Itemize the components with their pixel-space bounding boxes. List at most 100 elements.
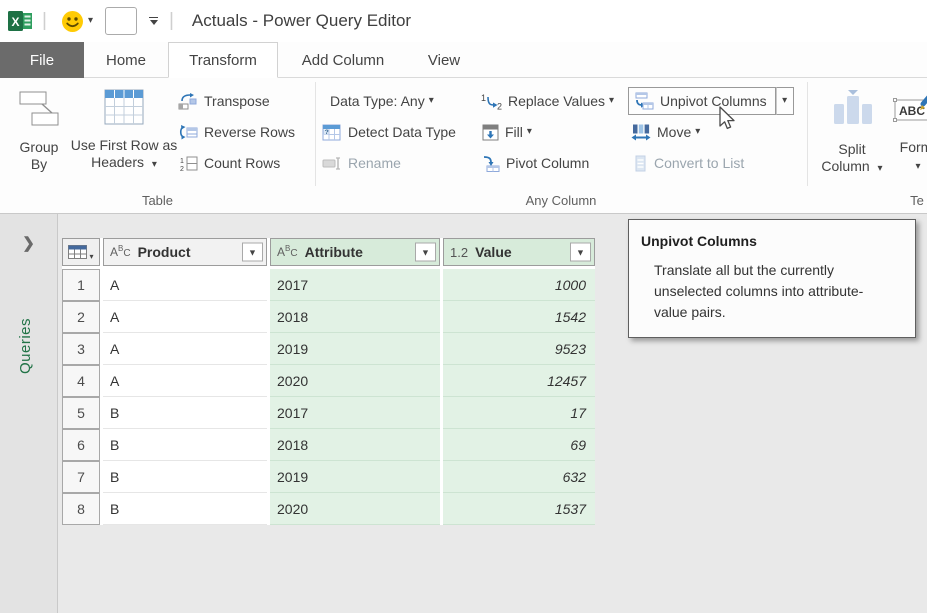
- filter-button[interactable]: ▼: [242, 243, 263, 262]
- svg-text:2: 2: [180, 166, 184, 172]
- cell[interactable]: 9523: [443, 333, 595, 365]
- group-label-text-column: Te: [807, 191, 927, 211]
- cell[interactable]: 1542: [443, 301, 595, 333]
- ribbon-tab-strip: File Home Transform Add Column View: [0, 42, 927, 78]
- send-a-smile-button[interactable]: ▾: [61, 10, 93, 33]
- tab-view[interactable]: View: [410, 42, 478, 78]
- cell[interactable]: B: [103, 493, 267, 525]
- move-button[interactable]: Move ▾: [631, 118, 700, 146]
- column-header-product[interactable]: ABCProduct▼: [103, 238, 267, 266]
- use-first-row-label: Use First Row as Headers ▾: [70, 137, 178, 171]
- dropdown-caret: ▾: [429, 96, 434, 106]
- count-rows-button[interactable]: 1 2 Count Rows: [178, 149, 280, 177]
- dropdown-caret: ▾: [152, 159, 157, 170]
- quick-access-toolbar-options-icon[interactable]: [147, 17, 161, 26]
- cell[interactable]: 2018: [270, 301, 440, 333]
- title-bar: X | ▾ | Actuals - Power Query Editor: [0, 0, 927, 42]
- cell[interactable]: A: [103, 301, 267, 333]
- replace-values-button[interactable]: 1 2 Replace Values ▾: [480, 87, 614, 115]
- quick-access-button[interactable]: [105, 7, 137, 35]
- table-row: 3A20199523: [62, 333, 595, 365]
- reverse-rows-button[interactable]: Reverse Rows: [178, 118, 295, 146]
- transpose-icon: [178, 93, 198, 110]
- tab-add-column[interactable]: Add Column: [288, 42, 398, 78]
- cell[interactable]: 2017: [270, 397, 440, 429]
- split-column-button[interactable]: Split Column ▾: [820, 84, 884, 175]
- format-label: Form▾: [900, 139, 927, 173]
- group-by-button[interactable]: Group By: [10, 84, 68, 173]
- row-number[interactable]: 8: [62, 493, 100, 525]
- reverse-rows-label: Reverse Rows: [204, 124, 295, 140]
- expand-pane-chevron-icon[interactable]: ❯: [22, 234, 35, 252]
- unpivot-columns-label: Unpivot Columns: [660, 93, 767, 109]
- cell[interactable]: 12457: [443, 365, 595, 397]
- count-rows-label: Count Rows: [204, 155, 280, 171]
- detect-data-type-button[interactable]: ? Detect Data Type: [322, 118, 456, 146]
- cell[interactable]: 2019: [270, 461, 440, 493]
- svg-text:2: 2: [497, 101, 502, 110]
- unpivot-columns-button[interactable]: Unpivot Columns: [628, 87, 776, 115]
- row-number[interactable]: 4: [62, 365, 100, 397]
- rename-label: Rename: [348, 155, 401, 171]
- unpivot-columns-dropdown-button[interactable]: ▾: [776, 87, 794, 115]
- transpose-button[interactable]: Transpose: [178, 87, 270, 115]
- tab-file[interactable]: File: [0, 42, 84, 78]
- row-number[interactable]: 6: [62, 429, 100, 461]
- group-label-table: Table: [0, 191, 315, 211]
- move-icon: [631, 124, 651, 141]
- cell[interactable]: A: [103, 269, 267, 301]
- column-header-attribute[interactable]: ABCAttribute▼: [270, 238, 440, 266]
- unpivot-columns-icon: [634, 92, 654, 110]
- row-number[interactable]: 7: [62, 461, 100, 493]
- pivot-column-icon: [480, 155, 500, 172]
- cell[interactable]: 2018: [270, 429, 440, 461]
- svg-text:X: X: [11, 15, 19, 29]
- titlebar-separator: |: [169, 10, 174, 32]
- cell[interactable]: 17: [443, 397, 595, 429]
- editor-content: ❯ Queries ▾ABCProduct▼ABCAttribute▼1.2Va…: [0, 214, 927, 613]
- row-number[interactable]: 2: [62, 301, 100, 333]
- replace-values-icon: 1 2: [480, 93, 502, 110]
- cell[interactable]: 69: [443, 429, 595, 461]
- tab-home[interactable]: Home: [96, 42, 156, 78]
- tooltip: Unpivot Columns Translate all but the cu…: [628, 219, 916, 338]
- cell[interactable]: 1537: [443, 493, 595, 525]
- cell[interactable]: 2019: [270, 333, 440, 365]
- cell[interactable]: B: [103, 429, 267, 461]
- cell[interactable]: A: [103, 365, 267, 397]
- fill-button[interactable]: Fill ▾: [482, 118, 532, 146]
- group-divider: [315, 82, 316, 186]
- cell[interactable]: B: [103, 397, 267, 429]
- reverse-rows-icon: [178, 124, 198, 141]
- pivot-column-button[interactable]: Pivot Column: [480, 149, 589, 177]
- cell[interactable]: 2020: [270, 365, 440, 397]
- cell[interactable]: 1000: [443, 269, 595, 301]
- filter-button[interactable]: ▼: [415, 243, 436, 262]
- tooltip-body: Translate all but the currently unselect…: [654, 260, 866, 323]
- move-label: Move: [657, 124, 691, 140]
- filter-button[interactable]: ▼: [570, 243, 591, 262]
- excel-app-icon: X: [8, 9, 34, 33]
- cell[interactable]: A: [103, 333, 267, 365]
- cell[interactable]: B: [103, 461, 267, 493]
- cell[interactable]: 2020: [270, 493, 440, 525]
- queries-pane-label[interactable]: Queries: [17, 318, 34, 374]
- pivot-column-label: Pivot Column: [506, 155, 589, 171]
- dropdown-caret: ▾: [695, 127, 700, 137]
- select-all-corner-cell[interactable]: ▾: [62, 238, 100, 266]
- cell[interactable]: 632: [443, 461, 595, 493]
- format-button[interactable]: ABC Form▾: [888, 84, 927, 173]
- queries-pane-collapsed[interactable]: ❯ Queries: [0, 214, 58, 613]
- data-type-button[interactable]: Data Type: Any ▾: [330, 87, 434, 115]
- use-first-row-as-headers-button[interactable]: Use First Row as Headers ▾: [70, 84, 178, 171]
- row-number[interactable]: 1: [62, 269, 100, 301]
- data-type-label: Data Type: Any: [330, 93, 425, 109]
- row-number[interactable]: 5: [62, 397, 100, 429]
- row-number[interactable]: 3: [62, 333, 100, 365]
- cell[interactable]: 2017: [270, 269, 440, 301]
- tab-transform[interactable]: Transform: [168, 42, 278, 78]
- column-header-value[interactable]: 1.2Value▼: [443, 238, 595, 266]
- table-headers-icon: [103, 88, 145, 130]
- count-rows-icon: 1 2: [178, 155, 198, 172]
- unpivot-columns-split-button: Unpivot Columns ▾: [628, 87, 794, 115]
